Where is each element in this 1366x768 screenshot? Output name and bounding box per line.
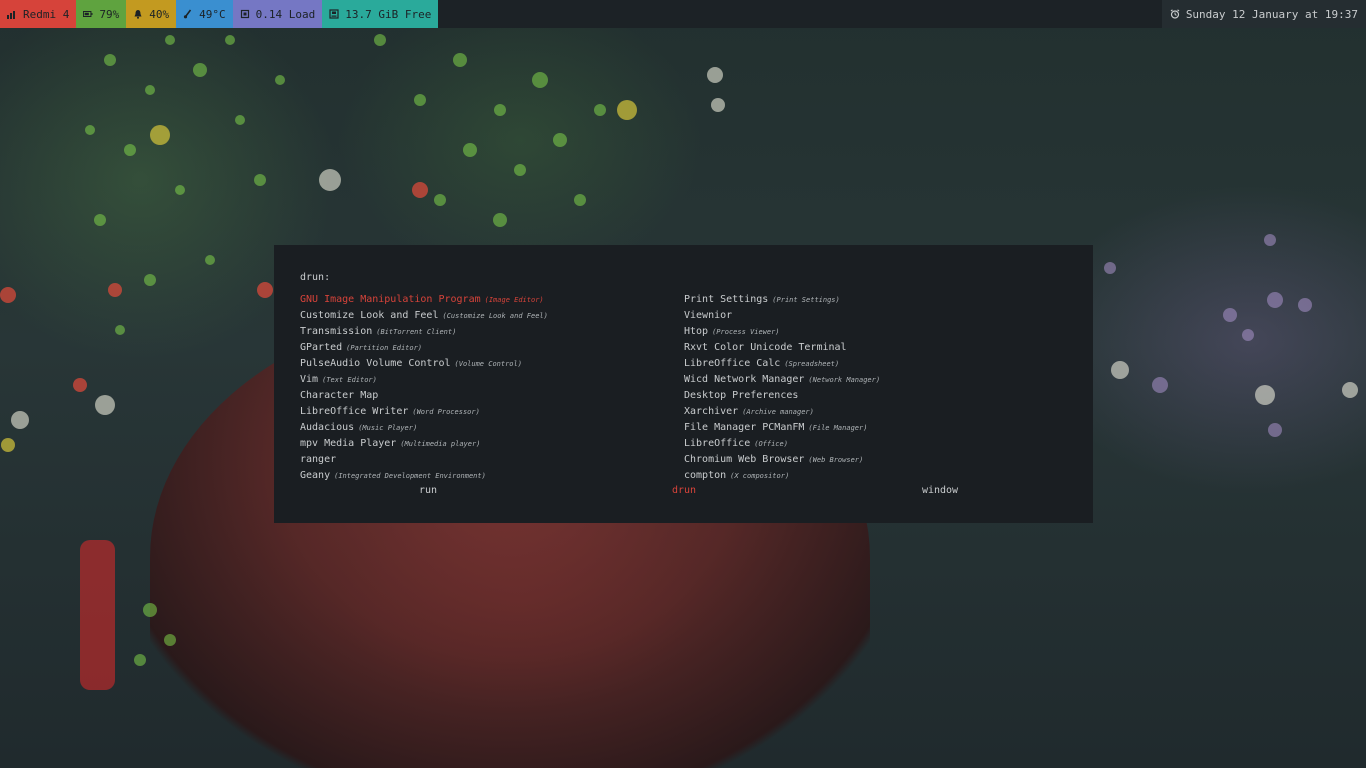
clock-segment[interactable]: Sunday 12 January at 19:37: [1161, 0, 1366, 28]
app-generic-name: (Network Manager): [808, 376, 881, 384]
app-name: Rxvt Color Unicode Terminal: [684, 342, 847, 353]
app-name: Desktop Preferences: [684, 390, 799, 401]
battery-segment[interactable]: 79%: [76, 0, 127, 28]
app-list-item[interactable]: Chromium Web Browser (Web Browser): [684, 452, 1068, 468]
app-name: Chromium Web Browser: [684, 454, 805, 465]
alarm-clock-icon: [1170, 9, 1180, 19]
app-list-item[interactable]: Transmission (BitTorrent Client): [300, 324, 684, 340]
temperature-text: 49°C: [199, 7, 226, 21]
app-list-item[interactable]: Wicd Network Manager (Network Manager): [684, 372, 1068, 388]
clock-text: Sunday 12 January at 19:37: [1185, 7, 1358, 21]
app-generic-name: (Word Processor): [412, 408, 480, 416]
app-list-item[interactable]: Vim (Text Editor): [300, 372, 684, 388]
app-name: GParted: [300, 342, 343, 353]
app-list-item[interactable]: PulseAudio Volume Control (Volume Control…: [300, 356, 684, 372]
app-generic-name: (Music Player): [358, 424, 418, 432]
app-name: LibreOffice: [684, 438, 751, 449]
memory-icon: [329, 9, 339, 19]
app-name: Audacious: [300, 422, 355, 433]
app-generic-name: (Process Viewer): [712, 328, 780, 336]
app-list-item[interactable]: File Manager PCManFM (File Manager): [684, 420, 1068, 436]
app-list-item[interactable]: LibreOffice Writer (Word Processor): [300, 404, 684, 420]
app-generic-name: (Image Editor): [484, 296, 544, 304]
mode-switcher: run drun window: [300, 485, 1068, 499]
app-generic-name: (Spreadsheet): [784, 360, 840, 368]
signal-bars-icon: [7, 11, 15, 19]
app-list-item[interactable]: Xarchiver (Archive manager): [684, 404, 1068, 420]
battery-icon: [83, 11, 93, 17]
mode-window-button[interactable]: window: [812, 485, 1068, 499]
app-generic-name: (Volume Control): [454, 360, 522, 368]
app-list-item[interactable]: Print Settings (Print Settings): [684, 292, 1068, 308]
app-generic-name: (Text Editor): [322, 376, 377, 384]
app-name: compton: [684, 470, 727, 481]
thermometer-icon: [184, 9, 192, 19]
app-generic-name: (Web Browser): [808, 456, 864, 464]
app-generic-name: (Integrated Development Environment): [334, 472, 486, 480]
app-list-item[interactable]: LibreOffice Calc (Spreadsheet): [684, 356, 1068, 372]
mode-run-button[interactable]: run: [300, 485, 556, 499]
top-status-bar: Redmi 4 79% 40% 49°C 0.14 Load 13.7 GiB …: [0, 0, 1366, 28]
app-name: Print Settings: [684, 294, 769, 305]
app-list-item[interactable]: Character Map: [300, 388, 684, 404]
battery-text: 79%: [99, 7, 120, 21]
launcher-prompt[interactable]: drun:: [300, 272, 330, 283]
volume-segment[interactable]: 40%: [126, 0, 177, 28]
load-segment[interactable]: 0.14 Load: [232, 0, 323, 28]
app-list-item[interactable]: Customize Look and Feel (Customize Look a…: [300, 308, 684, 324]
app-name: Transmission: [300, 326, 373, 337]
mode-drun-button[interactable]: drun: [556, 485, 812, 499]
app-name: Character Map: [300, 390, 379, 401]
app-name: Viewnior: [684, 310, 733, 321]
load-text: 0.14 Load: [255, 7, 316, 21]
app-name: Htop: [684, 326, 709, 337]
phone-status-segment[interactable]: Redmi 4: [0, 0, 77, 28]
app-list-item[interactable]: Htop (Process Viewer): [684, 324, 1068, 340]
app-name: mpv Media Player: [300, 438, 397, 449]
app-generic-name: (Customize Look and Feel): [442, 312, 548, 320]
app-name: File Manager PCManFM: [684, 422, 805, 433]
app-generic-name: (Multimedia player): [400, 440, 481, 448]
app-list: GNU Image Manipulation Program (Image Edi…: [300, 292, 1080, 484]
app-name: Geany: [300, 470, 331, 481]
app-name: PulseAudio Volume Control: [300, 358, 451, 369]
app-generic-name: (BitTorrent Client): [376, 328, 457, 336]
app-generic-name: (Partition Editor): [346, 344, 423, 352]
app-name: Vim: [300, 374, 319, 385]
app-name: Customize Look and Feel: [300, 310, 439, 321]
temperature-segment[interactable]: 49°C: [176, 0, 233, 28]
app-generic-name: (Print Settings): [772, 296, 840, 304]
app-name: LibreOffice Calc: [684, 358, 781, 369]
app-generic-name: (File Manager): [808, 424, 868, 432]
app-name: GNU Image Manipulation Program: [300, 294, 481, 305]
bell-icon: [134, 10, 142, 19]
app-name: Xarchiver: [684, 406, 739, 417]
cpu-icon: [240, 9, 249, 19]
app-list-item[interactable]: ranger: [300, 452, 684, 468]
app-list-item[interactable]: mpv Media Player (Multimedia player): [300, 436, 684, 452]
app-generic-name: (X compositor): [730, 472, 790, 480]
app-name: Wicd Network Manager: [684, 374, 805, 385]
app-list-item[interactable]: Geany (Integrated Development Environment…: [300, 468, 684, 484]
app-generic-name: (Archive manager): [742, 408, 814, 416]
volume-text: 40%: [149, 7, 170, 21]
app-list-item[interactable]: GNU Image Manipulation Program (Image Edi…: [300, 292, 684, 308]
app-name: LibreOffice Writer: [300, 406, 409, 417]
app-launcher-window: drun: GNU Image Manipulation Program (Ima…: [274, 245, 1093, 523]
app-name: ranger: [300, 454, 337, 465]
app-list-item[interactable]: LibreOffice (Office): [684, 436, 1068, 452]
app-list-item[interactable]: compton (X compositor): [684, 468, 1068, 484]
app-list-item[interactable]: GParted (Partition Editor): [300, 340, 684, 356]
phone-status-text: Redmi 4: [23, 7, 70, 21]
app-list-item[interactable]: Rxvt Color Unicode Terminal: [684, 340, 1068, 356]
app-list-item[interactable]: Viewnior: [684, 308, 1068, 324]
memory-text: 13.7 GiB Free: [345, 7, 432, 21]
app-generic-name: (Office): [754, 440, 788, 448]
memory-segment[interactable]: 13.7 GiB Free: [322, 0, 439, 28]
app-list-item[interactable]: Audacious (Music Player): [300, 420, 684, 436]
app-list-item[interactable]: Desktop Preferences: [684, 388, 1068, 404]
